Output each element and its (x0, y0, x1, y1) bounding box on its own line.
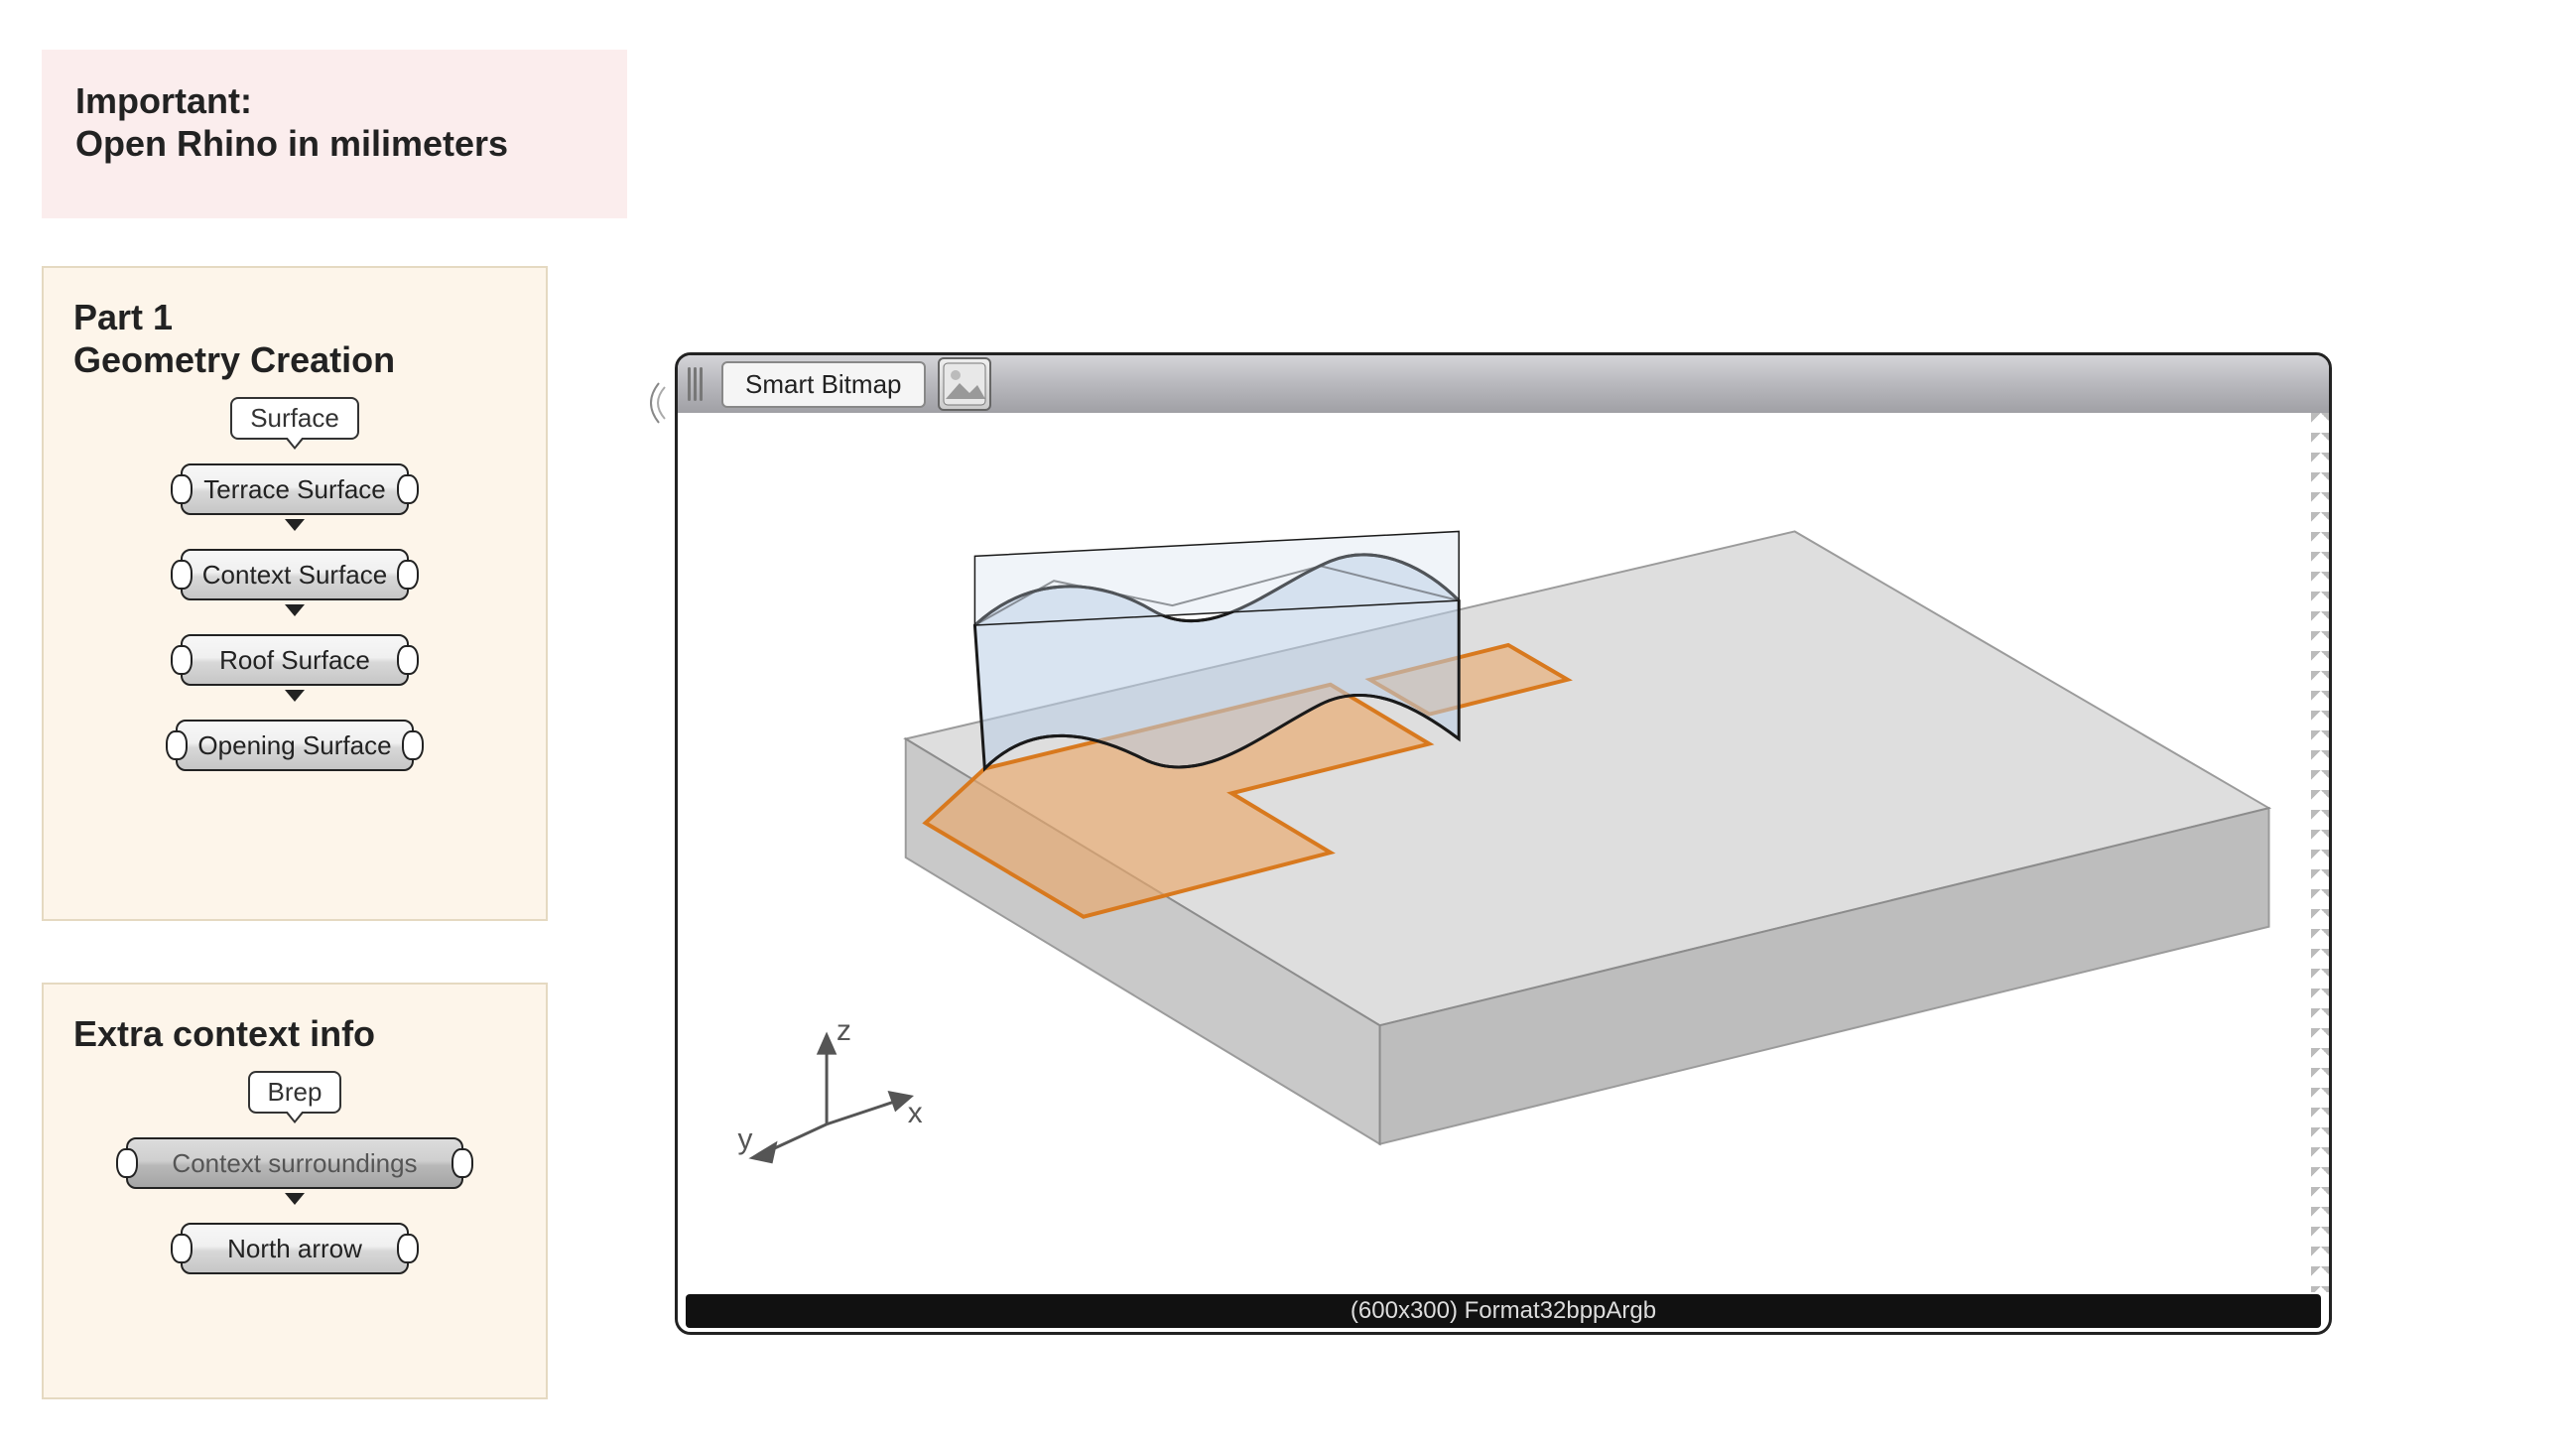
smart-bitmap-titlebar[interactable]: Smart Bitmap (678, 355, 2329, 414)
output-port[interactable] (397, 474, 419, 504)
group-extra-title: Extra context info (73, 1012, 526, 1055)
important-line-1: Important: (75, 79, 593, 122)
input-port[interactable] (171, 474, 193, 504)
input-port[interactable] (171, 645, 193, 675)
node-label: Terrace Surface (203, 474, 386, 505)
node-label: Context surroundings (172, 1148, 417, 1179)
input-port[interactable] (116, 1148, 138, 1178)
output-port[interactable] (397, 560, 419, 590)
important-note: Important: Open Rhino in milimeters (42, 50, 627, 218)
input-port[interactable] (171, 560, 193, 590)
important-line-2: Open Rhino in milimeters (75, 122, 593, 165)
node-label: North arrow (227, 1234, 362, 1264)
input-port[interactable] (166, 730, 188, 760)
model-render: z x y (678, 413, 2329, 1292)
group-part1-title: Part 1 Geometry Creation (73, 296, 526, 381)
node-roof-surface[interactable]: Roof Surface (181, 634, 409, 686)
node-label: Opening Surface (197, 730, 391, 761)
drag-grip-icon[interactable] (688, 367, 709, 401)
group-part1[interactable]: Part 1 Geometry Creation Surface Terrace… (42, 266, 548, 921)
group-extra-context[interactable]: Extra context info Brep Context surround… (42, 983, 548, 1399)
smart-bitmap-title: Smart Bitmap (721, 361, 926, 408)
source-label-brep[interactable]: Brep (248, 1071, 342, 1114)
bitmap-viewport[interactable]: z x y (678, 413, 2329, 1292)
panel-torn-edge (2311, 413, 2331, 1292)
node-context-surroundings[interactable]: Context surroundings (126, 1137, 463, 1189)
node-opening-surface[interactable]: Opening Surface (176, 720, 413, 771)
axis-label-z: z (837, 1014, 851, 1047)
smart-bitmap-panel[interactable]: Smart Bitmap (675, 352, 2332, 1335)
output-port[interactable] (397, 645, 419, 675)
panel-resize-grip[interactable] (641, 381, 671, 425)
output-port[interactable] (451, 1148, 473, 1178)
node-context-surface[interactable]: Context Surface (181, 549, 409, 600)
output-port[interactable] (397, 1234, 419, 1263)
axes-gizmo (752, 1035, 910, 1161)
axis-label-x: x (908, 1097, 923, 1129)
image-icon[interactable] (938, 357, 991, 411)
output-port[interactable] (402, 730, 424, 760)
input-port[interactable] (171, 1234, 193, 1263)
node-terrace-surface[interactable]: Terrace Surface (181, 463, 409, 515)
node-label: Context Surface (202, 560, 387, 591)
node-label: Roof Surface (219, 645, 370, 676)
bitmap-status: (600x300) Format32bppArgb (686, 1294, 2321, 1328)
axis-label-y: y (737, 1123, 752, 1156)
node-north-arrow[interactable]: North arrow (181, 1223, 409, 1274)
source-label-surface[interactable]: Surface (230, 397, 359, 440)
